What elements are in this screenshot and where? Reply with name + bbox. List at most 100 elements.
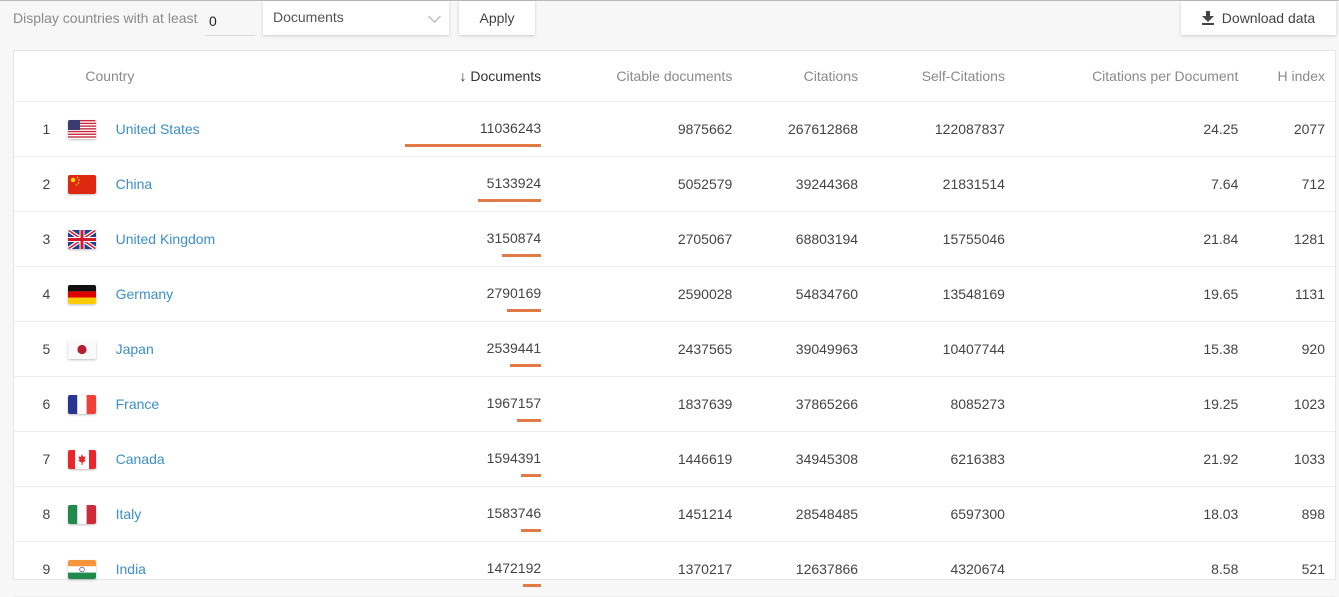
country-link[interactable]: India bbox=[116, 561, 146, 577]
country-cell: India bbox=[115, 541, 297, 597]
flag-cell bbox=[68, 431, 116, 487]
citable-documents-cell: 1370217 bbox=[541, 541, 733, 597]
citable-documents-cell: 9875662 bbox=[541, 101, 733, 157]
documents-cell: 2790169 bbox=[296, 266, 542, 322]
flag-jp-icon bbox=[68, 339, 97, 359]
documents-cell: 3150874 bbox=[296, 211, 542, 267]
citations-cell: 267612868 bbox=[732, 101, 859, 157]
min-value-input[interactable] bbox=[205, 6, 255, 36]
table-row: 5 Japan 2539441 2437565 39049963 10407744 15.3… bbox=[14, 321, 1335, 377]
self-citations-cell: 13548169 bbox=[858, 266, 1005, 322]
country-cell: United Kingdom bbox=[115, 211, 297, 267]
country-link[interactable]: Germany bbox=[116, 286, 174, 302]
self-citations-cell: 10407744 bbox=[858, 321, 1005, 377]
h-index-cell: 1131 bbox=[1238, 266, 1335, 322]
documents-value: 1583746 bbox=[486, 505, 542, 521]
documents-bar bbox=[478, 199, 542, 202]
country-link[interactable]: China bbox=[116, 176, 153, 192]
h-index-cell: 712 bbox=[1238, 156, 1335, 212]
h-index-cell: 521 bbox=[1238, 541, 1335, 597]
country-cell: Italy bbox=[115, 486, 297, 542]
citations-per-document-cell: 15.38 bbox=[1004, 321, 1239, 377]
citations-per-document-cell: 18.03 bbox=[1004, 486, 1239, 542]
documents-cell: 11036243 bbox=[296, 101, 542, 157]
h-index-cell: 2077 bbox=[1238, 101, 1335, 157]
self-citations-cell: 4320674 bbox=[858, 541, 1005, 597]
flag-cell bbox=[68, 101, 116, 157]
rank-cell: 4 bbox=[14, 266, 69, 322]
citations-cell: 12637866 bbox=[732, 541, 859, 597]
country-link[interactable]: Italy bbox=[116, 506, 142, 522]
documents-bar bbox=[507, 309, 542, 312]
table-row: 6 France 1967157 1837639 37865266 8085273 19.2… bbox=[14, 376, 1335, 432]
h-index-cell: 1023 bbox=[1238, 376, 1335, 432]
filter-bar: Display countries with at least Document… bbox=[0, 1, 1339, 49]
h-index-cell: 1033 bbox=[1238, 431, 1335, 487]
apply-button[interactable]: Apply bbox=[459, 1, 535, 35]
self-citations-cell: 6597300 bbox=[858, 486, 1005, 542]
flag-cn-icon bbox=[68, 174, 97, 194]
citable-documents-header[interactable]: Citable documents bbox=[541, 51, 733, 102]
flag-gb-icon bbox=[68, 229, 97, 249]
self-citations-cell: 122087837 bbox=[858, 101, 1005, 157]
flag-cell bbox=[68, 266, 116, 322]
documents-value: 11036243 bbox=[479, 120, 542, 136]
citations-cell: 28548485 bbox=[732, 486, 859, 542]
table-header-row: Country ↓ Documents Citable documents Ci… bbox=[14, 51, 1335, 102]
flag-in-icon bbox=[68, 559, 97, 579]
documents-value: 1967157 bbox=[486, 395, 542, 411]
country-link[interactable]: United Kingdom bbox=[116, 231, 216, 247]
citations-per-document-header[interactable]: Citations per Document bbox=[1004, 51, 1239, 102]
citations-cell: 68803194 bbox=[732, 211, 859, 267]
download-data-button[interactable]: Download data bbox=[1181, 1, 1336, 35]
citations-per-document-cell: 7.64 bbox=[1004, 156, 1239, 212]
h-index-cell: 898 bbox=[1238, 486, 1335, 542]
flag-cell bbox=[68, 211, 116, 267]
country-cell: Germany bbox=[115, 266, 297, 322]
rank-cell: 8 bbox=[14, 486, 69, 542]
chevron-down-icon bbox=[428, 10, 441, 23]
documents-cell: 2539441 bbox=[296, 321, 542, 377]
citations-cell: 54834760 bbox=[732, 266, 859, 322]
flag-it-icon bbox=[68, 504, 97, 524]
documents-bar bbox=[405, 144, 542, 147]
documents-bar bbox=[521, 529, 542, 532]
flag-de-icon bbox=[68, 284, 97, 304]
country-header[interactable]: Country bbox=[68, 51, 297, 102]
country-ranking-table: Country ↓ Documents Citable documents Ci… bbox=[13, 50, 1336, 597]
flag-cell bbox=[68, 486, 116, 542]
table-row: 7 Canada 1594391 1446619 34945308 6216383 21.9… bbox=[14, 431, 1335, 487]
documents-header[interactable]: ↓ Documents bbox=[296, 51, 542, 102]
h-index-header[interactable]: H index bbox=[1238, 51, 1335, 102]
table-row: 8 Italy 1583746 1451214 28548485 6597300 18.03… bbox=[14, 486, 1335, 542]
rank-cell: 3 bbox=[14, 211, 69, 267]
self-citations-header[interactable]: Self-Citations bbox=[858, 51, 1005, 102]
self-citations-cell: 15755046 bbox=[858, 211, 1005, 267]
documents-bar bbox=[517, 419, 542, 422]
metric-select[interactable]: Documents bbox=[263, 1, 449, 35]
citations-header[interactable]: Citations bbox=[732, 51, 859, 102]
rank-cell: 5 bbox=[14, 321, 69, 377]
country-link[interactable]: France bbox=[116, 396, 160, 412]
citable-documents-cell: 1451214 bbox=[541, 486, 733, 542]
country-cell: Japan bbox=[115, 321, 297, 377]
documents-bar bbox=[502, 254, 542, 257]
documents-value: 5133924 bbox=[486, 175, 542, 191]
country-link[interactable]: United States bbox=[116, 121, 200, 137]
flag-fr-icon bbox=[68, 394, 97, 414]
citations-cell: 39049963 bbox=[732, 321, 859, 377]
documents-cell: 1594391 bbox=[296, 431, 542, 487]
citable-documents-cell: 1837639 bbox=[541, 376, 733, 432]
self-citations-cell: 8085273 bbox=[858, 376, 1005, 432]
country-link[interactable]: Canada bbox=[116, 451, 165, 467]
documents-value: 2539441 bbox=[486, 340, 542, 356]
documents-value: 3150874 bbox=[486, 230, 542, 246]
documents-value: 2790169 bbox=[486, 285, 542, 301]
table-row: 2 China 5133924 5052579 39244368 21831514 7.64… bbox=[14, 156, 1335, 212]
documents-value: 1594391 bbox=[486, 450, 542, 466]
country-link[interactable]: Japan bbox=[116, 341, 154, 357]
rank-cell: 1 bbox=[14, 101, 69, 157]
citations-per-document-cell: 21.84 bbox=[1004, 211, 1239, 267]
documents-bar bbox=[510, 364, 542, 367]
self-citations-cell: 21831514 bbox=[858, 156, 1005, 212]
